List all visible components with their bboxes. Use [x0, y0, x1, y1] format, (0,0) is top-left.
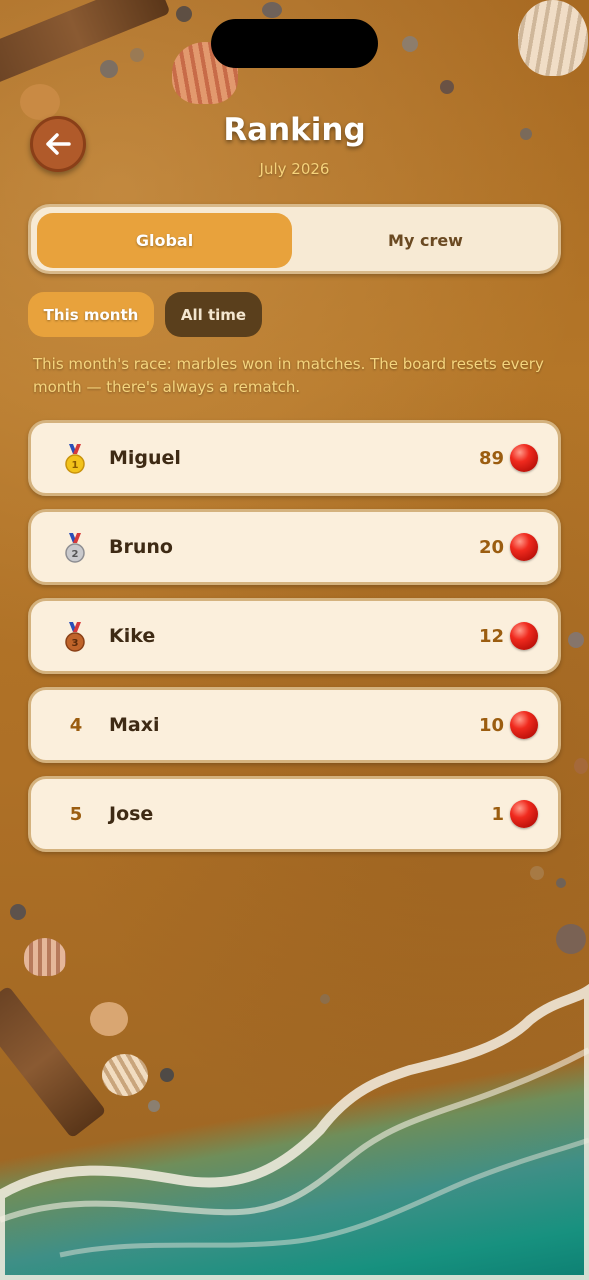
tab-global[interactable]: Global [37, 213, 292, 268]
sea-foam [0, 983, 589, 1280]
bronze-medal-icon: 3 [65, 622, 85, 652]
player-name: Kike [109, 625, 156, 647]
player-score: 1 [491, 803, 504, 825]
scope-segmented-control: Global My crew [28, 204, 561, 274]
player-score: 20 [478, 536, 504, 558]
gold-medal-icon: 1 [65, 444, 85, 474]
leaderboard-row[interactable]: 2 Bruno 20 [28, 509, 561, 585]
player-name: Bruno [109, 536, 173, 558]
period-subtitle: July 2026 [259, 160, 330, 178]
svg-text:3: 3 [72, 638, 79, 649]
silver-medal-icon: 2 [65, 533, 85, 563]
marble-icon [510, 622, 538, 650]
player-name: Maxi [109, 714, 160, 736]
camera-notch [211, 19, 378, 68]
marble-icon [510, 533, 538, 561]
marble-icon [510, 711, 538, 739]
player-name: Jose [109, 803, 154, 825]
leaderboard-row[interactable]: 3 Kike 12 [28, 598, 561, 674]
tab-my-crew[interactable]: My crew [298, 213, 553, 268]
leaderboard-row[interactable]: 5 Jose 1 [28, 776, 561, 852]
page-title: Ranking [223, 112, 366, 148]
player-score: 89 [478, 447, 504, 469]
player-rank: 5 [69, 803, 83, 825]
leaderboard-row[interactable]: 1 Miguel 89 [28, 420, 561, 496]
marble-icon [510, 444, 538, 472]
player-name: Miguel [109, 447, 181, 469]
tab-this-month[interactable]: This month [28, 292, 154, 337]
leaderboard-description: This month's race: marbles won in matche… [33, 355, 544, 396]
tab-all-time[interactable]: All time [165, 292, 262, 337]
player-rank: 4 [69, 714, 83, 736]
svg-text:1: 1 [72, 460, 79, 471]
player-score: 10 [478, 714, 504, 736]
marble-icon [510, 800, 538, 828]
leaderboard-row[interactable]: 4 Maxi 10 [28, 687, 561, 763]
player-score: 12 [478, 625, 504, 647]
svg-text:2: 2 [72, 549, 79, 560]
